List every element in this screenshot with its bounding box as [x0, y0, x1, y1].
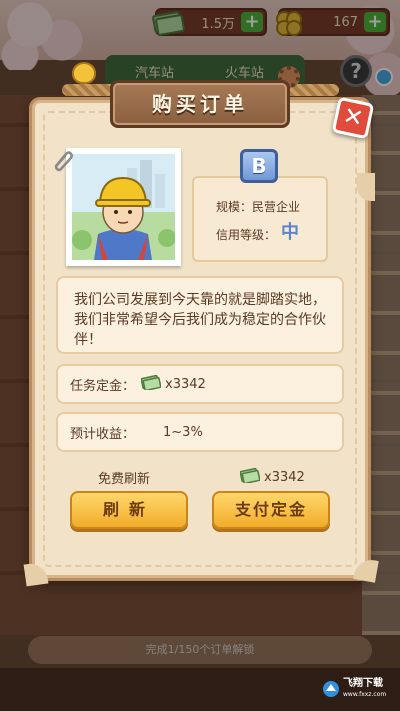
deposit-label: 任务定金： — [70, 378, 136, 394]
watermark-logo-icon — [323, 681, 339, 697]
pay-cost: x3342 — [239, 467, 305, 487]
credit-row: 信用等级： — [216, 226, 276, 243]
dialog-title: 购买订单 — [110, 80, 290, 128]
grade-badge: B — [240, 149, 278, 183]
watermark-url: www.fxxz.com — [343, 691, 387, 698]
paper-curl — [357, 173, 375, 201]
deposit-value: x3342 — [165, 376, 206, 392]
deposit-row: 任务定金： x3342 — [56, 364, 344, 404]
pay-deposit-button[interactable]: 支付定金 — [212, 491, 330, 529]
watermark-title: 飞翔下载 — [343, 678, 383, 689]
credit-value: 中 — [281, 222, 299, 243]
scale-label: 规模： — [216, 200, 253, 214]
client-info-card — [192, 176, 328, 262]
paper-curl — [353, 557, 379, 583]
watermark: 飞翔下载 www.fxxz.com — [322, 675, 392, 703]
worker-avatar-icon — [72, 154, 175, 260]
income-value: 1~3% — [163, 424, 203, 440]
rope-decoration — [62, 84, 117, 96]
order-description: 我们公司发展到今天靠的就是脚踏实地，我们非常希望今后我们成为稳定的合作伙伴！ — [56, 276, 344, 354]
portrait-scene — [72, 154, 175, 260]
chick-icon — [72, 62, 96, 84]
scale-value: 民营企业 — [252, 200, 301, 214]
income-label: 预计收益： — [70, 426, 136, 442]
free-refresh-label: 免费刷新 — [98, 472, 151, 487]
scale-row: 规模：民营企业 — [216, 198, 300, 215]
credit-label: 信用等级： — [216, 228, 277, 242]
watermark-text: 飞翔下载 www.fxxz.com — [343, 678, 386, 700]
refresh-button[interactable]: 刷新 — [70, 491, 188, 529]
client-portrait — [66, 148, 181, 266]
pay-cost-value: x3342 — [264, 469, 305, 485]
income-row: 预计收益： 1~3% — [56, 412, 344, 452]
cash-icon — [140, 374, 162, 394]
close-icon[interactable]: ✕ — [331, 96, 375, 140]
cash-icon — [239, 467, 261, 487]
paperclip-icon — [50, 148, 76, 178]
